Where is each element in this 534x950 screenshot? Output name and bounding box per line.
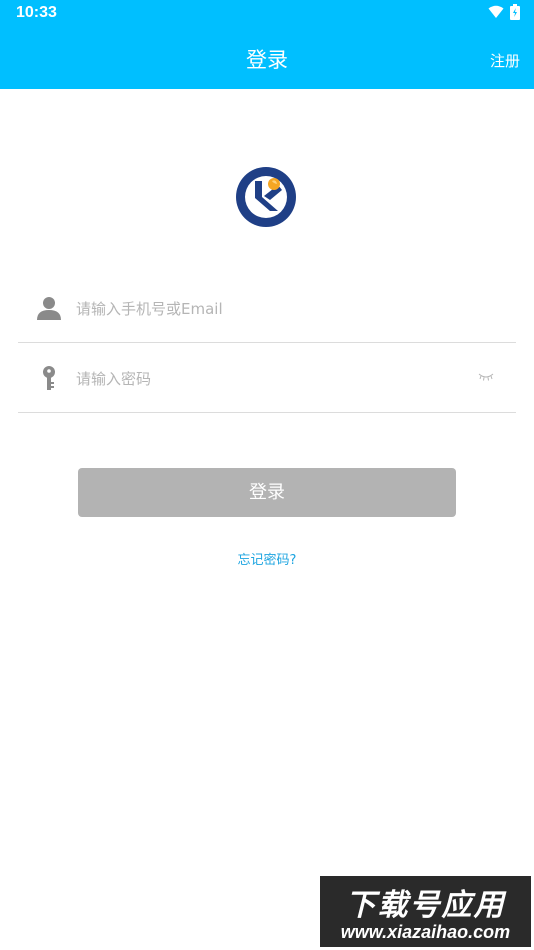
status-icons	[488, 4, 520, 20]
register-button[interactable]: 注册	[490, 50, 520, 71]
password-field	[18, 343, 516, 413]
eye-closed-icon[interactable]	[478, 371, 494, 383]
watermark-url: www.xiazaihao.com	[340, 922, 511, 942]
key-icon	[43, 366, 55, 390]
app-logo-icon	[236, 167, 296, 227]
password-input[interactable]	[76, 365, 466, 393]
watermark-title: 下载号应用	[345, 888, 506, 923]
phone-email-input[interactable]	[76, 295, 466, 323]
app-bar: 10:33 登录 注册	[0, 0, 534, 89]
battery-charging-icon	[510, 4, 520, 20]
forgot-password-link[interactable]: 忘记密码?	[0, 549, 534, 568]
user-icon	[37, 297, 61, 320]
status-bar: 10:33	[0, 0, 534, 28]
status-time: 10:33	[16, 4, 57, 21]
page-title: 登录	[246, 48, 288, 72]
watermark-logo: 下载号应用 www.xiazaihao.com	[320, 876, 531, 947]
wifi-icon	[488, 5, 504, 18]
phone-field	[18, 273, 516, 343]
login-button[interactable]: 登录	[78, 468, 456, 517]
